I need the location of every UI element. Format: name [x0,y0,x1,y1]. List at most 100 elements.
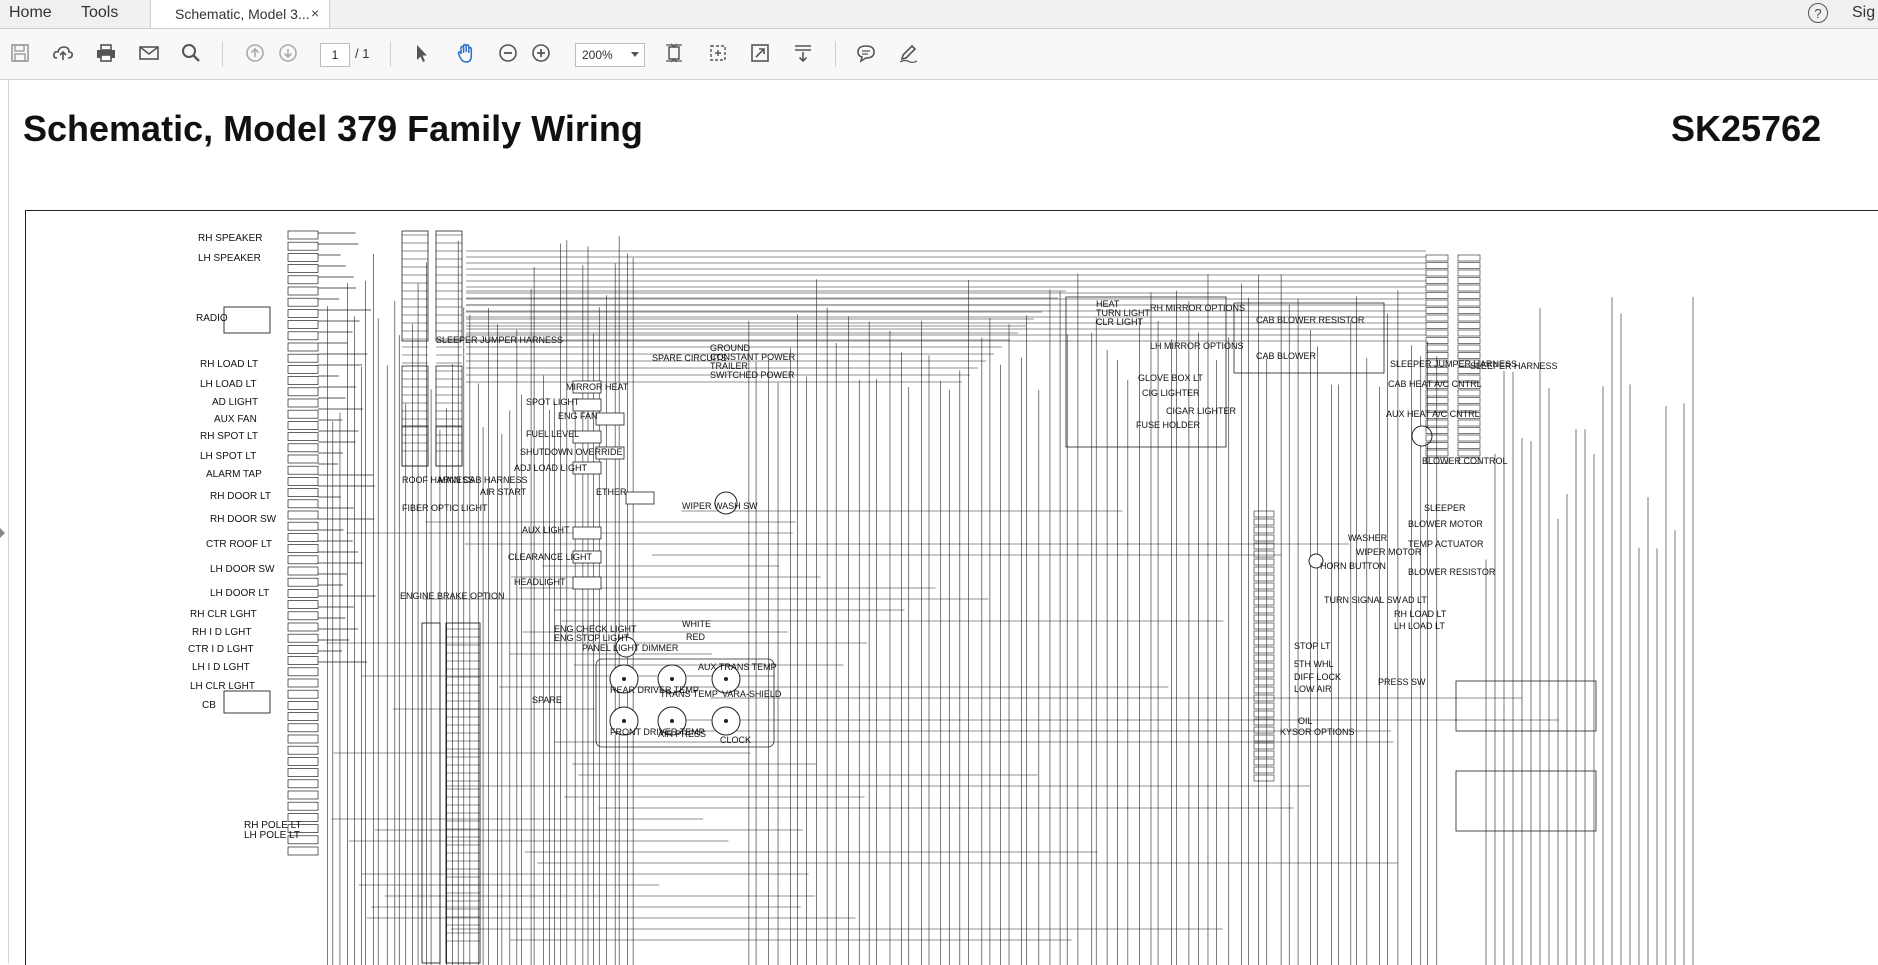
toolbar-divider [835,41,836,67]
schematic-label: PANEL LIGHT DIMMER [582,643,679,653]
save-icon[interactable] [6,39,34,67]
schematic-label: RH MIRROR OPTIONS [1150,303,1246,313]
toolbar-divider [390,41,391,67]
schematic-label: CAB BLOWER RESISTOR [1256,315,1365,325]
schematic-label: SLEEPER [1424,503,1466,513]
schematic-label: RH I D LGHT [192,627,252,638]
schematic-label: AD LIGHT [212,397,259,408]
schematic-label: TRANS TEMP [660,689,718,699]
schematic-label: CLR LIGHT [1096,317,1144,327]
comment-icon[interactable] [852,39,880,67]
schematic-label: WASHER [1348,533,1388,543]
schematic-label: OIL [1298,716,1313,726]
side-panel-toggle-icon[interactable] [0,528,5,538]
schematic-label: AIR PRESS [658,729,707,739]
schematic-label: WHITE [682,619,711,629]
schematic-label: RH LOAD LT [1394,609,1447,619]
schematic-label: MAIN CAB HARNESS [438,475,528,485]
schematic-label: AUX HEAT A/C CNTRL [1386,409,1480,419]
menu-tools[interactable]: Tools [81,4,118,22]
zoom-out-icon[interactable] [494,39,522,67]
help-icon[interactable]: ? [1808,3,1828,23]
schematic-label: LOW AIR [1294,684,1332,694]
page-number-input[interactable]: 1 [320,43,350,67]
schematic-label: LH I D LGHT [192,662,250,673]
menu-home[interactable]: Home [9,4,52,22]
next-page-icon[interactable] [274,39,302,67]
schematic-label: BLOWER MOTOR [1408,519,1483,529]
schematic-label: VARA-SHIELD [722,689,782,699]
schematic-label: SPARE [532,695,562,705]
scroll-mode-icon[interactable] [789,39,817,67]
schematic-label: ADJ LOAD LIGHT [514,463,588,473]
schematic-label: LH LOAD LT [1394,621,1445,631]
schematic-label: TURN SIGNAL SW [1324,595,1402,605]
schematic-label: LH MIRROR OPTIONS [1150,341,1244,351]
upload-cloud-icon[interactable] [49,39,77,67]
schematic-label: PRESS SW [1378,677,1426,687]
schematic-label: CLEARANCE LIGHT [508,552,593,562]
schematic-label: HEADLIGHT [514,577,566,587]
select-cursor-icon[interactable] [408,39,436,67]
schematic-label: BLOWER RESISTOR [1408,567,1496,577]
schematic-label: AUX FAN [214,414,257,425]
schematic-label: AUX TRANS TEMP [698,662,777,672]
schematic-label: AIR START [480,487,527,497]
tab-title: Schematic, Model 3... [175,6,310,22]
toolbar-divider [222,41,223,67]
schematic-label: FIBER OPTIC LIGHT [402,503,488,513]
schematic-label: ENGINE BRAKE OPTION [400,591,505,601]
schematic-label: 5TH WHL [1294,659,1334,669]
page-count: / 1 [355,46,370,61]
schematic-label: ALARM TAP [206,469,262,480]
document-tab[interactable]: Schematic, Model 3... × [150,0,330,28]
schematic-label: RH SPOT LT [200,431,258,442]
schematic-label: LH DOOR SW [210,564,275,575]
tab-close-icon[interactable]: × [311,5,319,21]
schematic-label: RH SPEAKER [198,233,263,244]
schematic-label: MIRROR HEAT [566,382,629,392]
zoom-level-select[interactable]: 200% [575,43,645,67]
schematic-label: RADIO [196,313,228,324]
rotate-view-icon[interactable] [704,39,732,67]
schematic-label: LH DOOR LT [210,588,270,599]
schematic-label: FUSE HOLDER [1136,420,1201,430]
schematic-label: CIG LIGHTER [1142,388,1200,398]
schematic-label: BLOWER CONTROL [1422,456,1508,466]
schematic-label: LH LOAD LT [200,379,257,390]
schematic-label: SLEEPER JUMPER HARNESS [436,335,564,345]
previous-page-icon[interactable] [241,39,269,67]
schematic-label: SHUTDOWN OVERRIDE [520,447,623,457]
search-icon[interactable] [177,39,205,67]
schematic-label: RH DOOR SW [210,514,277,525]
sign-in-link[interactable]: Sig [1852,4,1875,22]
fit-page-icon[interactable] [660,39,688,67]
wiring-schematic: RH SPEAKER LH SPEAKER RADIO RH LOAD LT L… [25,210,1878,965]
menu-bar: Home Tools Schematic, Model 3... × ? Sig [0,0,1878,29]
email-icon[interactable] [135,39,163,67]
schematic-label: LH SPEAKER [198,253,261,264]
zoom-in-icon[interactable] [527,39,555,67]
print-icon[interactable] [92,39,120,67]
schematic-label: STOP LT [1294,641,1331,651]
schematic-wires [223,230,1694,965]
full-screen-icon[interactable] [746,39,774,67]
schematic-label: LH SPOT LT [200,451,257,462]
toolbar: 1 / 1 200% [0,29,1878,80]
pen-sign-icon[interactable] [894,39,922,67]
schematic-label: FUEL LEVEL [526,429,580,439]
hand-tool-icon[interactable] [452,39,480,67]
schematic-label: TEMP ACTUATOR [1408,539,1484,549]
schematic-label: CB [202,700,216,711]
schematic-label: RH DOOR LT [210,491,271,502]
schematic-label: SPOT LIGHT [526,397,580,407]
schematic-label: KYSOR OPTIONS [1280,727,1355,737]
schematic-label: CTR ROOF LT [206,539,272,550]
schematic-label: SLEEPER HARNESS [1470,361,1558,371]
schematic-label: HORN BUTTON [1320,561,1386,571]
schematic-label: CAB BLOWER [1256,351,1317,361]
schematic-label: ENG FAN [558,411,598,421]
document-title: Schematic, Model 379 Family Wiring [23,108,643,149]
schematic-label: WIPER WASH SW [682,501,758,511]
schematic-label: LH CLR LGHT [190,681,256,692]
